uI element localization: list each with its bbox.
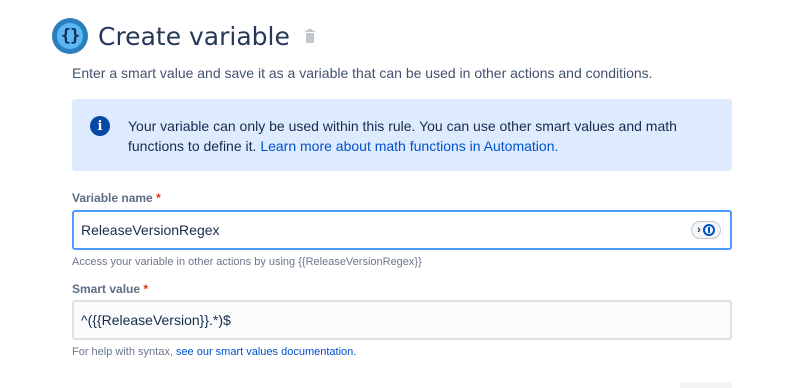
math-functions-link[interactable]: Learn more about math functions in Autom… [260,138,558,154]
page-description: Enter a smart value and save it as a var… [72,65,653,81]
smart-value-input[interactable]: ^({{ReleaseVersion}}.*)$ [72,300,732,340]
trash-icon[interactable] [304,29,316,43]
info-panel: i Your variable can only be used within … [72,99,732,171]
required-mark: * [156,191,161,205]
variable-name-input[interactable]: ReleaseVersionRegex › [72,210,732,250]
smart-values-docs-link[interactable]: see our smart values documentation. [176,346,356,358]
required-mark: * [143,282,149,296]
smart-value-value: ^({{ReleaseVersion}}.*)$ [81,312,231,328]
smart-value-helper: For help with syntax, see our smart valu… [72,346,357,358]
smart-info-icon [702,224,715,236]
info-text: Your variable can only be used within th… [128,116,718,156]
variable-name-helper: Access your variable in other actions by… [72,256,422,268]
info-icon: i [90,116,110,136]
braces-glyph: {} [57,23,83,49]
variable-name-value: ReleaseVersionRegex [81,222,220,238]
braces-icon: {} [52,18,88,54]
footer-button-edge [680,382,732,388]
chevron-right-icon: › [697,223,701,236]
smart-value-toggle-button[interactable]: › [691,221,721,239]
header: {} Create variable [52,18,316,54]
page-title: Create variable [98,21,290,51]
smart-value-label: Smart value * [72,282,149,296]
variable-name-label: Variable name * [72,191,161,205]
